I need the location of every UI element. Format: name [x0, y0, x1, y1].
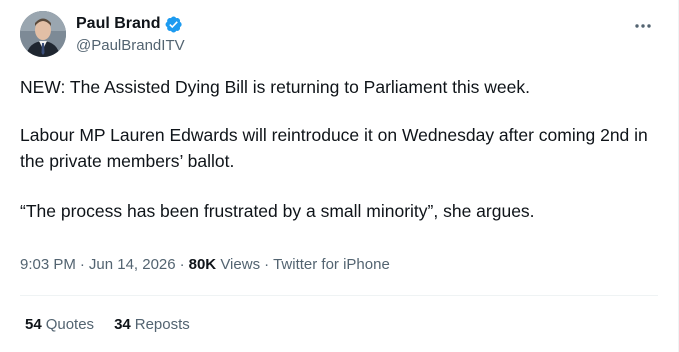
more-options-icon[interactable]: [632, 15, 654, 37]
display-name[interactable]: Paul Brand: [76, 15, 160, 33]
tweet-meta: 9:03 PM · Jun 14, 2026 · 80K Views · Twitter f…: [20, 256, 390, 273]
avatar[interactable]: [20, 11, 66, 57]
avatar-image: [20, 11, 66, 57]
tweet-paragraph: Labour MP Lauren Edwards will reintroduc…: [20, 125, 648, 171]
author-handle[interactable]: @PaulBrandITV: [76, 37, 185, 54]
tweet-source-link[interactable]: Twitter for iPhone: [273, 256, 390, 273]
tweet-time-link[interactable]: 9:03 PM · Jun 14, 2026: [20, 256, 176, 273]
views-label: Views: [220, 256, 261, 273]
quotes-stat[interactable]: 54 Quotes: [25, 316, 94, 333]
quotes-label: Quotes: [45, 316, 95, 333]
tweet-header: Paul Brand @PaulBrandITV: [20, 11, 658, 59]
reposts-stat[interactable]: 34 Reposts: [114, 316, 190, 333]
quotes-count: 54: [25, 316, 42, 333]
display-name-row: Paul Brand: [76, 13, 185, 35]
tweet-stats: 54 Quotes 34 Reposts: [25, 316, 210, 333]
reposts-label: Reposts: [134, 316, 190, 333]
separator: ·: [79, 256, 85, 273]
tweet-time: 9:03 PM: [20, 256, 76, 273]
tweet-date: Jun 14, 2026: [88, 256, 176, 273]
divider: [20, 295, 658, 296]
reposts-count: 34: [114, 316, 131, 333]
separator: ·: [179, 256, 185, 273]
tweet-text: NEW: The Assisted Dying Bill is returnin…: [20, 74, 658, 224]
tweet-paragraph: “The process has been frustrated by a sm…: [20, 201, 535, 221]
tweet-card: Paul Brand @PaulBrandITV NEW: The Assist…: [0, 0, 679, 352]
verified-badge-icon[interactable]: [164, 15, 183, 34]
author-names: Paul Brand @PaulBrandITV: [76, 13, 185, 54]
separator: ·: [264, 256, 270, 273]
tweet-paragraph: NEW: The Assisted Dying Bill is returnin…: [20, 77, 530, 97]
views-count[interactable]: 80K: [189, 256, 217, 273]
